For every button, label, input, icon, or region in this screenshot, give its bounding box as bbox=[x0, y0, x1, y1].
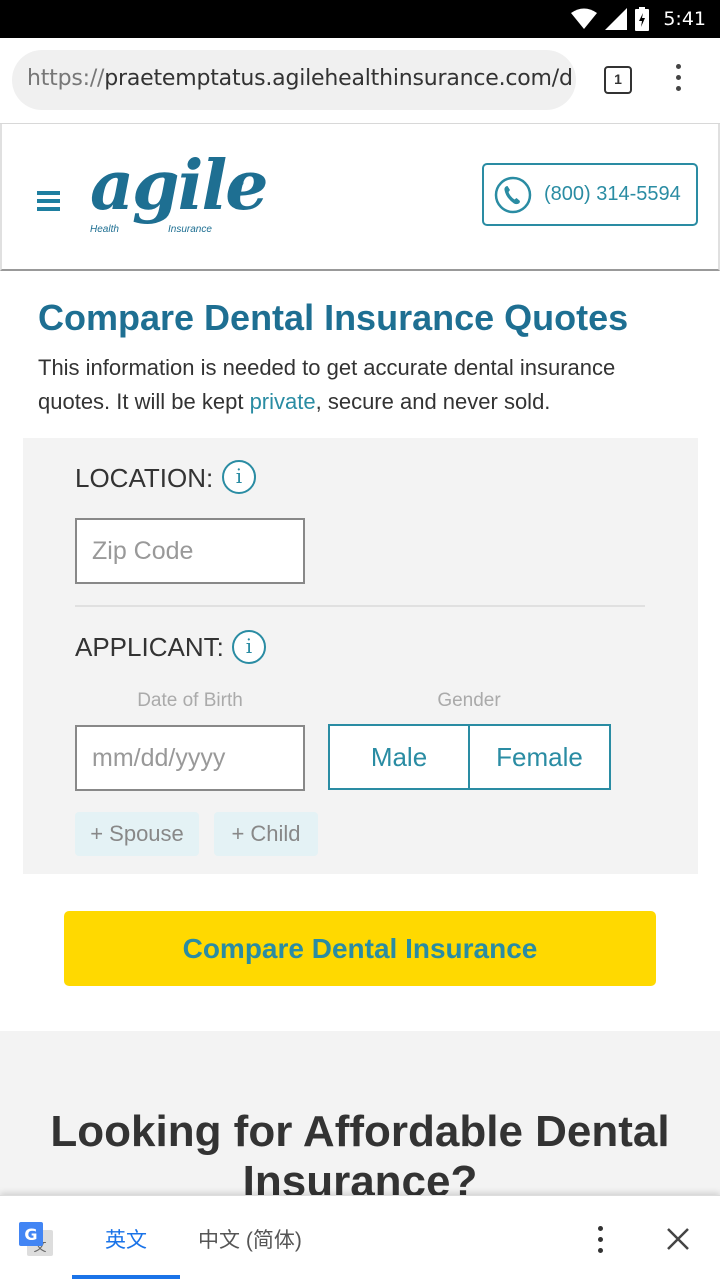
logo-tag-health: Health bbox=[90, 224, 119, 235]
translate-menu-icon[interactable] bbox=[590, 1226, 610, 1256]
hamburger-menu-icon[interactable] bbox=[37, 191, 60, 211]
gender-female-button[interactable]: Female bbox=[468, 724, 611, 790]
url-text: https://praetemptatus.agilehealthinsuran… bbox=[27, 66, 573, 91]
browser-toolbar: https://praetemptatus.agilehealthinsuran… bbox=[0, 38, 720, 124]
zip-code-input[interactable] bbox=[75, 518, 305, 584]
google-translate-icon[interactable]: 文 G bbox=[19, 1222, 53, 1256]
tab-source-language[interactable]: 英文 bbox=[72, 1224, 180, 1254]
status-bar: 5:41 bbox=[0, 0, 720, 38]
close-icon[interactable] bbox=[665, 1226, 691, 1252]
compare-insurance-button[interactable]: Compare Dental Insurance bbox=[64, 911, 656, 986]
logo-tag-insurance: Insurance bbox=[168, 224, 212, 235]
quote-form: LOCATION: i APPLICANT: i Date of Birth G… bbox=[23, 438, 698, 874]
privacy-link[interactable]: private bbox=[250, 389, 316, 414]
logo-registered: ® bbox=[237, 178, 244, 188]
dob-label: Date of Birth bbox=[137, 690, 243, 711]
browser-menu-icon[interactable] bbox=[668, 64, 688, 96]
gender-label: Gender bbox=[437, 690, 501, 711]
applicant-label: APPLICANT: bbox=[75, 632, 224, 662]
form-divider bbox=[75, 605, 645, 607]
section-heading: Looking for Affordable Dental Insurance? bbox=[50, 1107, 670, 1206]
translate-bar: 文 G 英文 中文 (简体) bbox=[0, 1195, 720, 1280]
tab-switcher-button[interactable]: 1 bbox=[604, 66, 632, 94]
url-host: praetemptatus.agilehealthinsurance.com/d bbox=[104, 66, 573, 91]
add-spouse-button[interactable]: + Spouse bbox=[75, 812, 199, 856]
address-bar[interactable]: https://praetemptatus.agilehealthinsuran… bbox=[12, 50, 576, 110]
location-info-icon[interactable]: i bbox=[222, 460, 256, 494]
gender-male-button[interactable]: Male bbox=[328, 724, 470, 790]
clock: 5:41 bbox=[663, 8, 706, 30]
signal-icon bbox=[605, 8, 628, 30]
wifi-icon bbox=[571, 8, 598, 29]
active-tab-indicator bbox=[72, 1275, 180, 1279]
phone-icon bbox=[494, 176, 532, 214]
applicant-info-icon[interactable]: i bbox=[232, 630, 266, 664]
agile-logo[interactable]: agile ® Health Insurance bbox=[90, 146, 269, 240]
location-label: LOCATION: bbox=[75, 463, 214, 493]
add-child-button[interactable]: + Child bbox=[214, 812, 318, 856]
tab-target-language[interactable]: 中文 (简体) bbox=[198, 1224, 302, 1254]
date-of-birth-input[interactable] bbox=[75, 725, 305, 791]
url-protocol: https:// bbox=[27, 66, 105, 91]
intro-text: This information is needed to get accura… bbox=[38, 351, 688, 419]
intro-text-end: , secure and never sold. bbox=[315, 389, 551, 414]
svg-text:G: G bbox=[24, 1225, 37, 1244]
phone-number: (800) 314-5594 bbox=[544, 183, 681, 205]
call-phone-button[interactable]: (800) 314-5594 bbox=[482, 163, 698, 226]
battery-icon bbox=[635, 7, 650, 31]
page-title: Compare Dental Insurance Quotes bbox=[38, 297, 629, 338]
quote-section: Compare Dental Insurance Quotes This inf… bbox=[0, 271, 720, 1031]
site-header: agile ® Health Insurance (800) 314-5594 bbox=[0, 124, 720, 271]
